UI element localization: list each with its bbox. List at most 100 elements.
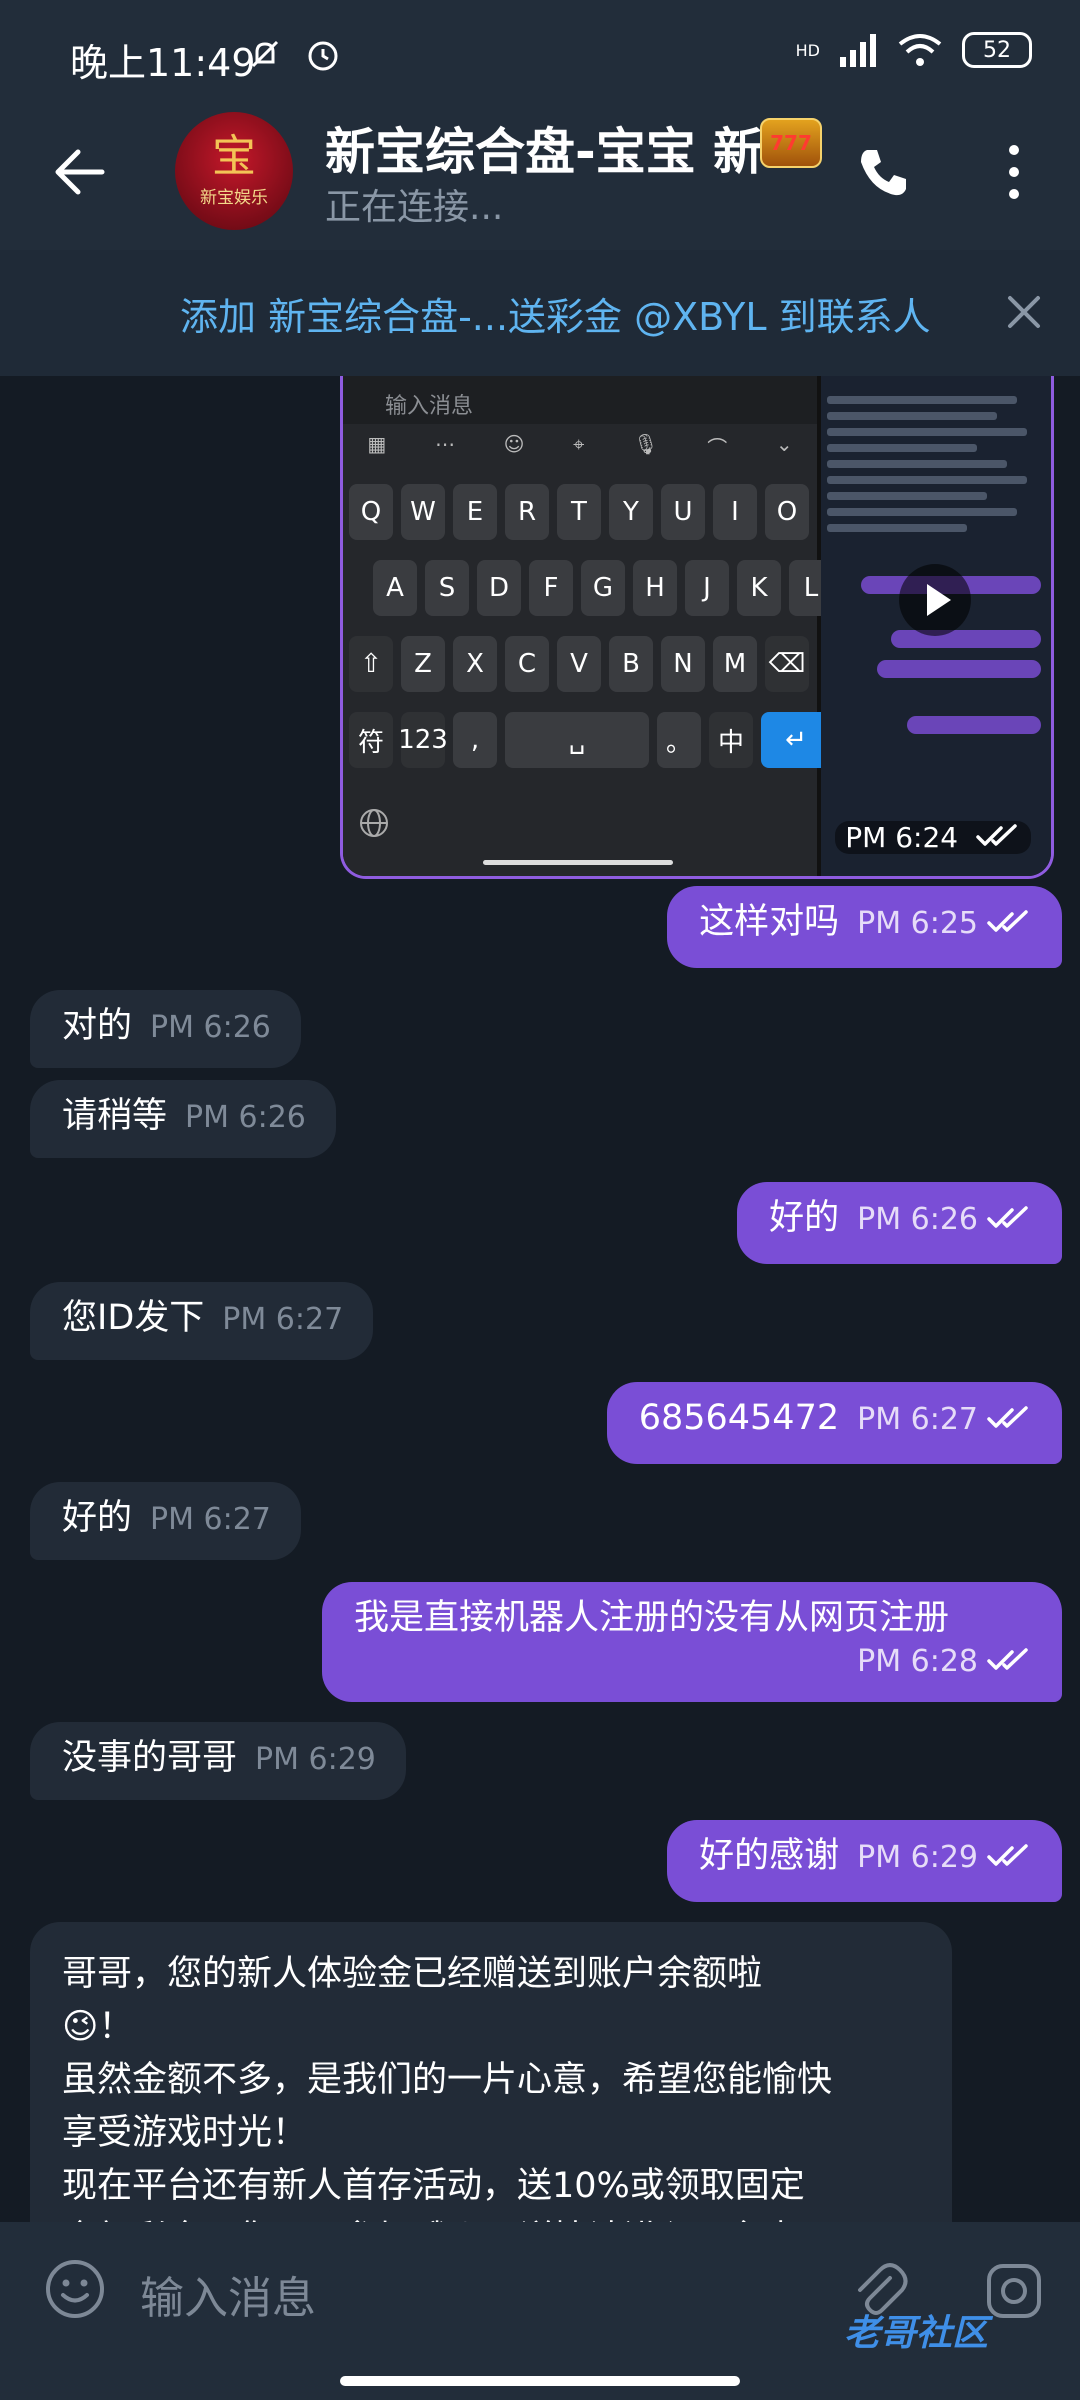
home-indicator[interactable]	[340, 2376, 740, 2386]
video-thumbnail[interactable]	[821, 376, 1051, 876]
message-time: PM 6:26	[185, 1100, 306, 1135]
keyboard-row-2: A S D F G H J K L	[373, 560, 833, 616]
keyboard-placeholder: 输入消息	[385, 394, 474, 419]
connection-status: 正在连接...	[325, 187, 504, 228]
message-bubble-incoming[interactable]: 对的 PM 6:26	[30, 990, 301, 1068]
message-time: PM 6:26	[857, 1202, 978, 1237]
message-bubble-incoming[interactable]: 没事的哥哥 PM 6:29	[30, 1722, 406, 1800]
message-time: PM 6:26	[150, 1010, 271, 1045]
back-arrow-icon[interactable]	[48, 142, 108, 202]
key: X	[453, 636, 497, 692]
play-icon[interactable]	[899, 564, 971, 636]
add-contact-bar: 添加 新宝综合盘-...送彩金 @XBYL 到联系人	[0, 250, 1080, 376]
number-key: 123	[398, 712, 448, 768]
key: R	[505, 484, 549, 540]
message-bubble-incoming[interactable]: 好的 PM 6:27	[30, 1482, 301, 1560]
space-key: ␣	[505, 712, 649, 768]
message-time: PM 6:27	[150, 1502, 271, 1537]
keyboard-row-1: Q W E R T Y U I O	[349, 484, 809, 540]
message-bubble-outgoing[interactable]: 好的 PM 6:26	[737, 1182, 1062, 1264]
phone-icon[interactable]	[853, 142, 913, 202]
keyboard-input-bar: 输入消息	[343, 376, 817, 424]
camera-icon[interactable]	[985, 2262, 1043, 2320]
media-time-text: PM 6:24	[845, 821, 959, 854]
more-options-icon[interactable]	[996, 140, 1032, 204]
shift-key: ⇧	[349, 636, 393, 692]
key: H	[633, 560, 677, 616]
message-text: 好的	[769, 1198, 840, 1238]
avatar-logo: 宝	[212, 130, 256, 182]
globe-icon	[360, 809, 388, 837]
message-line: 😉！	[62, 2007, 134, 2047]
add-contact-link[interactable]: 添加 新宝综合盘-...送彩金 @XBYL 到联系人	[180, 286, 931, 341]
key: F	[529, 560, 573, 616]
message-bubble-outgoing[interactable]: 685645472 PM 6:27	[606, 1382, 1062, 1464]
double-check-icon	[987, 1844, 1028, 1866]
double-check-icon	[987, 1648, 1028, 1670]
key: O	[765, 484, 809, 540]
chat-title[interactable]: 新宝综合盘-宝宝 新	[325, 112, 795, 184]
keyboard-screenshot[interactable]: 输入消息 ▦ ⋯ ☺ ⌖ 🎙 ⌒ ⌄ Q W E R T Y U I O A S D F G…	[343, 376, 833, 876]
message-text: 没事的哥哥	[62, 1738, 238, 1778]
signal-icon	[840, 34, 876, 67]
message-text: 685645472	[638, 1398, 840, 1438]
key: V	[557, 636, 601, 692]
message-time: PM 6:27	[222, 1302, 344, 1337]
keyboard-toolbar: ▦ ⋯ ☺ ⌖ 🎙 ⌒ ⌄	[367, 432, 793, 460]
network-label: HD	[795, 40, 820, 60]
message-time: PM 6:29	[857, 1840, 978, 1875]
key: Z	[401, 636, 445, 692]
key: U	[661, 484, 705, 540]
message-text: 我是直接机器人注册的没有从网页注册	[354, 1598, 950, 1638]
battery-indicator: 52	[962, 32, 1032, 68]
battery-level: 52	[983, 37, 1011, 63]
message-bubble-incoming-long[interactable]: 哥哥，您的新人体验金已经赠送到账户余额啦 😉！ 虽然金额不多，是我们的一片心意，…	[30, 1922, 952, 2222]
message-input[interactable]: 输入消息	[140, 2262, 316, 2326]
message-list[interactable]: 输入消息 ▦ ⋯ ☺ ⌖ 🎙 ⌒ ⌄ Q W E R T Y U I O A S D F G…	[0, 376, 1080, 2222]
key: B	[609, 636, 653, 692]
media-timestamp: PM 6:24	[835, 821, 1031, 854]
mute-bell-icon	[251, 40, 279, 68]
message-text: 您ID发下	[62, 1298, 205, 1338]
avatar-text: 新宝娱乐	[200, 187, 268, 208]
key: C	[505, 636, 549, 692]
status-icons-left	[245, 34, 343, 74]
double-check-icon	[987, 910, 1028, 932]
avatar[interactable]: 宝 新宝娱乐	[175, 112, 293, 230]
status-time: 晚上11:49	[70, 41, 256, 85]
message-bubble-outgoing[interactable]: 这样对吗 PM 6:25	[667, 886, 1062, 968]
message-bubble-incoming[interactable]: 您ID发下 PM 6:27	[30, 1282, 374, 1360]
key: J	[685, 560, 729, 616]
close-icon[interactable]	[1004, 292, 1044, 332]
message-bubble-incoming[interactable]: 请稍等 PM 6:26	[30, 1080, 336, 1158]
message-time: PM 6:29	[255, 1742, 376, 1777]
message-text: 对的	[62, 1006, 133, 1046]
emoji-icon[interactable]	[44, 2258, 106, 2320]
alarm-icon	[308, 41, 338, 71]
double-check-icon	[987, 1206, 1028, 1228]
key: M	[713, 636, 757, 692]
status-icons-right: HD 52	[796, 32, 1032, 68]
key: K	[737, 560, 781, 616]
key: N	[661, 636, 705, 692]
key: I	[713, 484, 757, 540]
message-line: 哥哥，您的新人体验金已经赠送到账户余额啦	[62, 1954, 763, 1994]
key: G	[581, 560, 625, 616]
keyboard-row-3: ⇧ Z X C V B N M ⌫	[349, 636, 809, 692]
message-text: 这样对吗	[699, 902, 840, 942]
message-bubble-outgoing[interactable]: 好的感谢 PM 6:29	[667, 1820, 1062, 1902]
key: T	[557, 484, 601, 540]
key: Q	[349, 484, 393, 540]
message-line: 余额彩金，您可以参加哦😊！详情请进入平台点	[62, 2213, 920, 2222]
backspace-key: ⌫	[765, 636, 809, 692]
message-bubble-outgoing[interactable]: 我是直接机器人注册的没有从网页注册 PM 6:28	[322, 1582, 1062, 1702]
key: D	[477, 560, 521, 616]
key: W	[401, 484, 445, 540]
message-text: 好的感谢	[699, 1836, 840, 1876]
message-line: 享受游戏时光！	[62, 2113, 308, 2153]
key: Y	[609, 484, 653, 540]
language-key: 中	[709, 712, 753, 768]
wifi-icon	[898, 34, 942, 66]
media-album[interactable]: 输入消息 ▦ ⋯ ☺ ⌖ 🎙 ⌒ ⌄ Q W E R T Y U I O A S D F G…	[340, 376, 1054, 879]
period-key: 。	[657, 712, 701, 768]
